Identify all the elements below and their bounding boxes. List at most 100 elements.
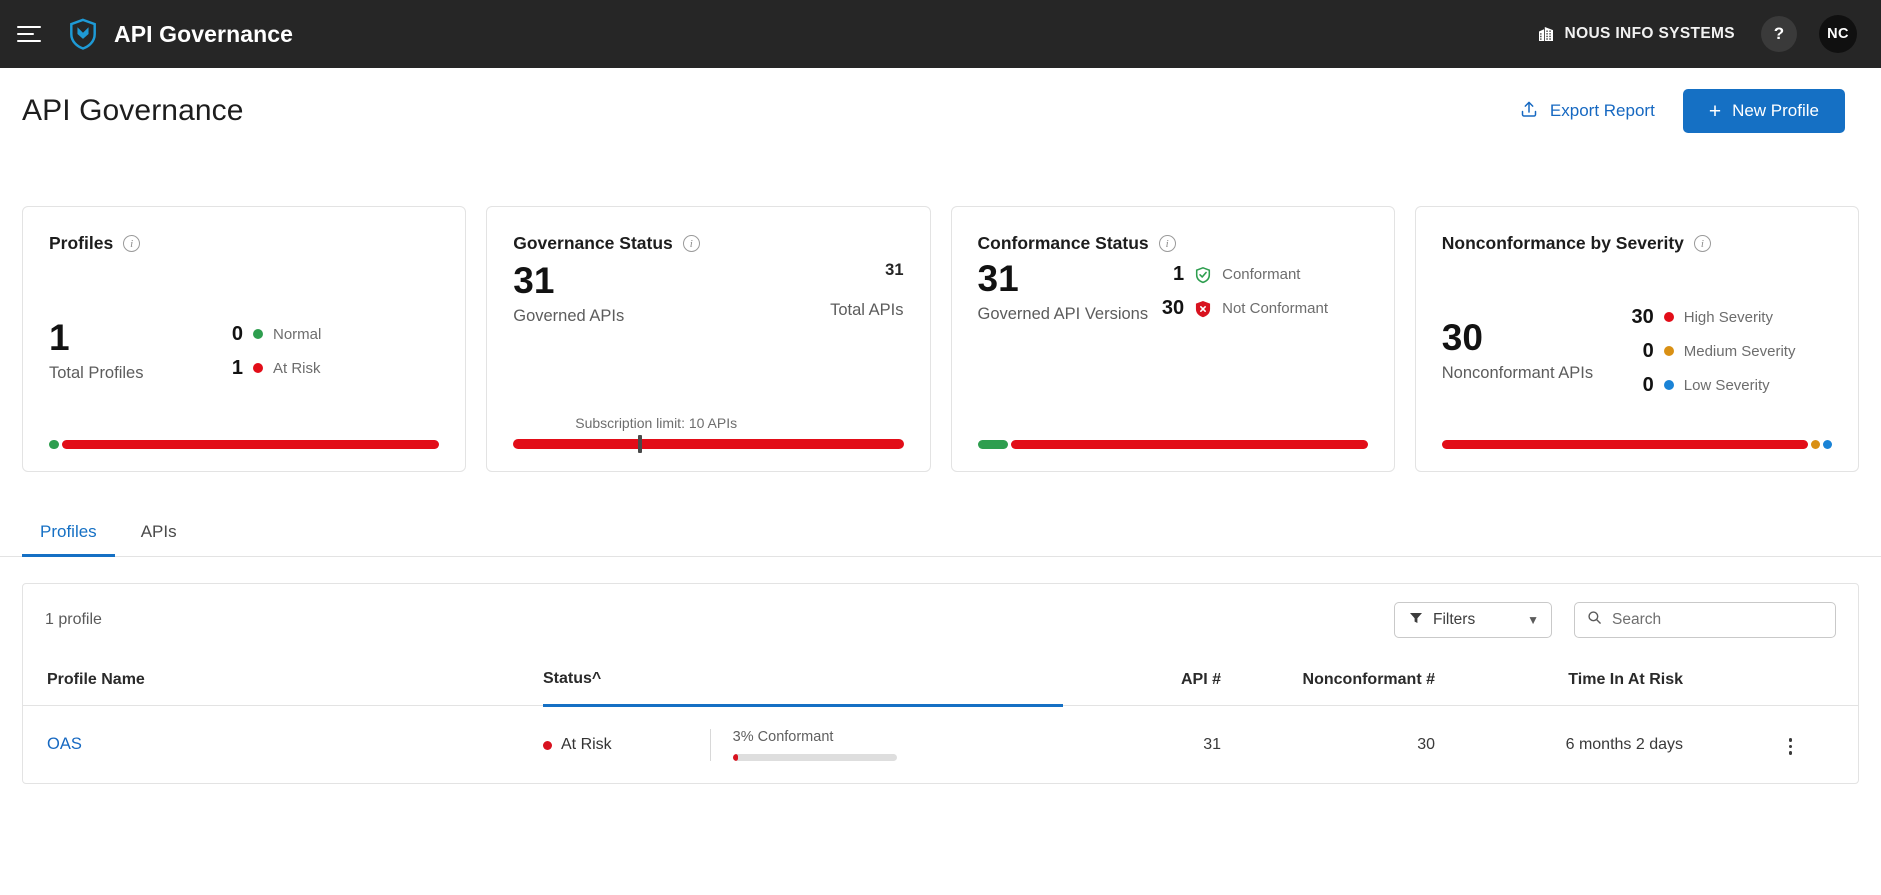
table-toolbar: 1 profile Filters ▼ xyxy=(23,584,1858,656)
profile-name-link[interactable]: OAS xyxy=(47,735,82,753)
building-icon xyxy=(1537,25,1555,43)
profile-count-label: 1 profile xyxy=(45,611,102,628)
bar-track xyxy=(1441,440,1832,449)
app-title: API Governance xyxy=(114,20,294,47)
status-dot-at-risk xyxy=(253,363,263,373)
card-severity-body: 30 Nonconformant APIs 30 High Severity 0… xyxy=(1442,254,1832,440)
status-label: At Risk xyxy=(561,736,612,753)
info-icon[interactable]: i xyxy=(1158,235,1176,252)
bar-segment-not-conformant xyxy=(1010,440,1368,449)
total-apis-value: 31 xyxy=(885,261,904,279)
funnel-icon xyxy=(1409,611,1423,630)
bar-segment-conformant xyxy=(977,440,1008,449)
info-icon[interactable]: i xyxy=(1693,235,1711,252)
governed-apis-label: Governed APIs xyxy=(513,306,625,325)
subscription-limit-marker xyxy=(638,435,643,453)
tabs-list: Profiles APIs xyxy=(22,514,1859,557)
bar-segment-medium xyxy=(1811,440,1820,449)
bar-segment-low xyxy=(1823,440,1832,449)
organization-selector[interactable]: NOUS INFO SYSTEMS xyxy=(1537,25,1735,43)
bar-segment-normal xyxy=(49,440,59,449)
cell-row-actions xyxy=(1723,706,1858,784)
status-cell: At Risk 3% Conformant xyxy=(543,729,1063,761)
column-header-api-count[interactable]: API # xyxy=(1063,656,1243,706)
table-body: OAS At Risk 3% Conformant 31 30 6 months… xyxy=(23,706,1858,784)
subscription-limit-note: Subscription limit: 10 APIs xyxy=(575,415,738,431)
legend-item: 30 High Severity xyxy=(1628,306,1796,329)
column-header-actions xyxy=(1723,656,1858,706)
profiles-panel: 1 profile Filters ▼ Profile Name xyxy=(22,583,1859,784)
column-header-status[interactable]: Status^ xyxy=(543,656,1063,707)
upload-icon xyxy=(1519,99,1539,124)
export-report-button[interactable]: Export Report xyxy=(1519,99,1655,124)
total-apis-stat: 31 Total APIs xyxy=(830,261,904,320)
conformance-bar-fill xyxy=(732,754,738,761)
legend-value: 0 xyxy=(1642,373,1654,396)
hamburger-icon[interactable] xyxy=(14,17,48,51)
shield-check-icon xyxy=(1194,266,1212,284)
governance-limit-bar: Subscription limit: 10 APIs xyxy=(513,415,904,453)
table-header-row: Profile Name Status^ API # Nonconformant… xyxy=(23,656,1858,707)
column-header-status-label: Status xyxy=(543,670,592,687)
total-apis-label: Total APIs xyxy=(830,301,904,320)
avatar[interactable]: NC xyxy=(1819,15,1857,53)
legend-label: Not Conformant xyxy=(1222,300,1328,318)
conformance-legend: 1 Conformant 30 Not Conformant xyxy=(1158,263,1328,320)
legend-value: 1 xyxy=(1172,263,1185,286)
legend-item: 0 Medium Severity xyxy=(1628,340,1796,363)
filters-label: Filters xyxy=(1433,611,1476,628)
bar-track xyxy=(977,440,1368,449)
nonconformant-apis-stat: 30 Nonconformant APIs xyxy=(1442,318,1628,383)
governed-versions-stat: 31 Governed API Versions xyxy=(977,258,1149,324)
legend-value: 1 xyxy=(231,356,243,379)
search-box[interactable] xyxy=(1574,602,1836,638)
card-severity-title: Nonconformance by Severity xyxy=(1441,233,1684,253)
plus-icon: + xyxy=(1708,99,1722,123)
legend-label: Medium Severity xyxy=(1683,342,1796,360)
card-profiles-header: Profiles i xyxy=(49,233,439,254)
governed-apis-value: 31 xyxy=(513,260,555,301)
severity-dot-medium xyxy=(1663,346,1674,356)
legend-value: 0 xyxy=(1642,339,1654,362)
filters-dropdown[interactable]: Filters ▼ xyxy=(1394,602,1552,638)
bar-track xyxy=(49,440,440,449)
new-profile-button[interactable]: + New Profile xyxy=(1682,89,1845,133)
governed-versions-value: 31 xyxy=(977,258,1019,299)
card-nonconformance-severity: Nonconformance by Severity i 30 Nonconfo… xyxy=(1414,206,1859,472)
export-report-label: Export Report xyxy=(1549,101,1655,120)
profiles-legend: 0 Normal 1 At Risk xyxy=(217,323,321,380)
legend-item: 1 Conformant xyxy=(1158,263,1328,286)
legend-item: 0 Low Severity xyxy=(1628,374,1796,397)
tab-profiles[interactable]: Profiles xyxy=(22,514,115,557)
shield-logo-icon xyxy=(68,18,114,50)
legend-value: 30 xyxy=(1631,305,1654,328)
profiles-total-stat: 1 Total Profiles xyxy=(49,318,217,383)
info-icon[interactable]: i xyxy=(682,235,700,252)
legend-item: 1 At Risk xyxy=(217,357,321,380)
legend-label: Low Severity xyxy=(1683,376,1770,394)
organization-name: NOUS INFO SYSTEMS xyxy=(1564,25,1735,42)
card-conformance-status: Conformance Status i 31 Governed API Ver… xyxy=(950,206,1395,472)
cell-profile-name: OAS xyxy=(23,706,543,784)
card-governance-body: 31 Governed APIs 31 Total APIs xyxy=(513,254,903,326)
conformance-distribution-bar xyxy=(977,440,1368,449)
column-header-time-at-risk[interactable]: Time In At Risk xyxy=(1473,656,1723,706)
card-governance-header: Governance Status i xyxy=(513,233,903,254)
cell-time-at-risk: 6 months 2 days xyxy=(1565,735,1683,753)
help-button[interactable]: ? xyxy=(1761,16,1797,52)
kpi-cards-row: Profiles i 1 Total Profiles 0 Normal 1 A… xyxy=(0,206,1881,472)
severity-dot-high xyxy=(1663,312,1674,322)
card-governance-title: Governance Status xyxy=(513,233,673,253)
tab-apis[interactable]: APIs xyxy=(123,514,195,556)
legend-item: 30 Not Conformant xyxy=(1158,297,1328,320)
column-header-profile-name[interactable]: Profile Name xyxy=(23,656,543,706)
legend-value: 0 xyxy=(231,322,243,345)
info-icon[interactable]: i xyxy=(123,235,141,252)
kebab-menu-icon[interactable] xyxy=(1783,732,1799,761)
table-head: Profile Name Status^ API # Nonconformant… xyxy=(23,656,1858,707)
column-header-nonconformant-count[interactable]: Nonconformant # xyxy=(1243,656,1473,706)
table-row[interactable]: OAS At Risk 3% Conformant 31 30 6 months… xyxy=(23,706,1858,784)
search-input[interactable] xyxy=(1612,611,1823,629)
page-header: API Governance Export Report + New Profi… xyxy=(0,68,1881,154)
status-dot-at-risk xyxy=(543,740,552,750)
